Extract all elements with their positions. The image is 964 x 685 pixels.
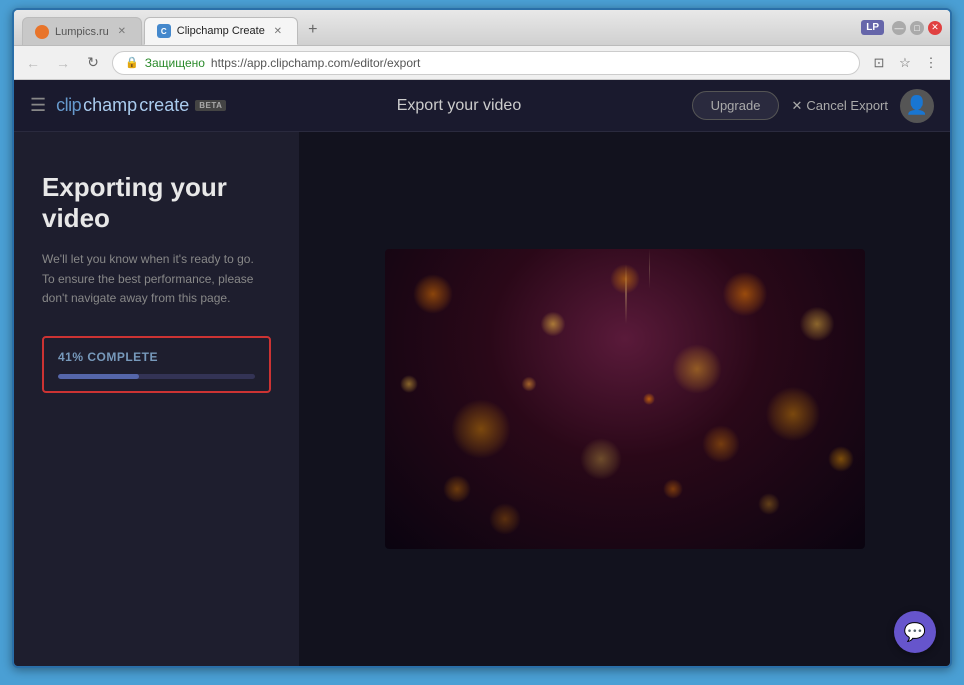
lumpics-favicon — [35, 25, 49, 39]
close-button[interactable]: ✕ — [928, 21, 942, 35]
browser-menu-icon[interactable]: ⋮ — [920, 52, 942, 74]
clipchamp-tab-close[interactable]: ✕ — [271, 24, 285, 38]
url-text: https://app.clipchamp.com/editor/export — [211, 56, 420, 70]
bokeh-particle — [540, 312, 565, 337]
export-description: We'll let you know when it's ready to go… — [42, 250, 271, 308]
logo-champ: champ — [83, 95, 137, 116]
app-header: ☰ clipchampcreate BETA Export your video… — [14, 80, 950, 132]
window-controls: LP — □ ✕ — [861, 20, 942, 35]
progress-fill — [58, 374, 139, 379]
secure-label: Защищено — [145, 56, 205, 70]
clipchamp-favicon: C — [157, 24, 171, 38]
secure-icon: 🔒 — [125, 56, 139, 69]
progress-track — [58, 374, 255, 379]
bokeh-particle — [722, 272, 767, 317]
browser-titlebar: Lumpics.ru ✕ C Clipchamp Create ✕ + LP —… — [14, 10, 950, 46]
bokeh-particle — [489, 503, 521, 535]
bokeh-particle — [580, 438, 622, 480]
bokeh-particle — [702, 425, 740, 463]
lp-badge: LP — [861, 20, 884, 35]
address-bar: ← → ↻ 🔒 Защищено https://app.clipchamp.c… — [14, 46, 950, 80]
lumpics-tab-close[interactable]: ✕ — [115, 25, 129, 39]
clipchamp-tab-label: Clipchamp Create — [177, 25, 265, 37]
user-avatar[interactable]: 👤 — [900, 89, 934, 123]
cancel-label: Cancel Export — [806, 98, 888, 113]
tab-bar: Lumpics.ru ✕ C Clipchamp Create ✕ + — [22, 10, 849, 45]
app-logo: clipchampcreate BETA — [56, 95, 226, 116]
lumpics-tab-label: Lumpics.ru — [55, 26, 109, 38]
header-actions: Upgrade ✕ Cancel Export 👤 — [692, 89, 934, 123]
header-center: Export your video — [226, 97, 691, 115]
bokeh-particle — [413, 274, 453, 314]
bookmark-icon[interactable]: ☆ — [894, 52, 916, 74]
bokeh-particle — [672, 344, 722, 394]
bokeh-particle — [799, 307, 834, 342]
minimize-button[interactable]: — — [892, 21, 906, 35]
bokeh-particle — [828, 446, 854, 472]
progress-label: 41% COMPLETE — [58, 350, 255, 364]
beta-badge: BETA — [195, 100, 226, 111]
bokeh-particle — [663, 479, 683, 499]
forward-button[interactable]: → — [52, 52, 74, 74]
maximize-button[interactable]: □ — [910, 21, 924, 35]
browser-window: Lumpics.ru ✕ C Clipchamp Create ✕ + LP —… — [12, 8, 952, 668]
logo-create: create — [139, 95, 189, 116]
upgrade-button[interactable]: Upgrade — [692, 91, 780, 120]
app-content: ☰ clipchampcreate BETA Export your video… — [14, 80, 950, 666]
refresh-button[interactable]: ↻ — [82, 52, 104, 74]
address-input[interactable]: 🔒 Защищено https://app.clipchamp.com/edi… — [112, 51, 860, 75]
bokeh-background — [385, 249, 865, 549]
right-content — [299, 132, 950, 666]
main-area: Exporting your video We'll let you know … — [14, 132, 950, 666]
bokeh-particle — [643, 393, 655, 405]
bokeh-particle — [451, 399, 511, 459]
cancel-export-button[interactable]: ✕ Cancel Export — [791, 98, 888, 114]
tab-lumpics[interactable]: Lumpics.ru ✕ — [22, 17, 142, 45]
bokeh-particle — [521, 377, 536, 392]
tab-clipchamp[interactable]: C Clipchamp Create ✕ — [144, 17, 298, 45]
screenshot-icon[interactable]: ⊡ — [868, 52, 890, 74]
hamburger-icon[interactable]: ☰ — [30, 95, 46, 116]
bokeh-particle — [443, 475, 471, 503]
bokeh-particle — [758, 493, 780, 515]
address-actions: ⊡ ☆ ⋮ — [868, 52, 942, 74]
back-button[interactable]: ← — [22, 52, 44, 74]
export-title: Export your video — [397, 97, 522, 115]
logo-clip: clip — [56, 95, 81, 116]
bokeh-particle — [400, 375, 418, 393]
sidebar: Exporting your video We'll let you know … — [14, 132, 299, 666]
export-heading: Exporting your video — [42, 172, 271, 234]
chat-icon: 💬 — [904, 622, 926, 643]
light-streak — [649, 249, 650, 289]
progress-box: 41% COMPLETE — [42, 336, 271, 393]
bokeh-particle — [765, 387, 820, 442]
new-tab-button[interactable]: + — [300, 17, 326, 43]
cancel-x-icon: ✕ — [791, 98, 802, 114]
light-streak — [625, 264, 627, 324]
video-preview — [385, 249, 865, 549]
chat-widget[interactable]: 💬 — [894, 611, 936, 653]
